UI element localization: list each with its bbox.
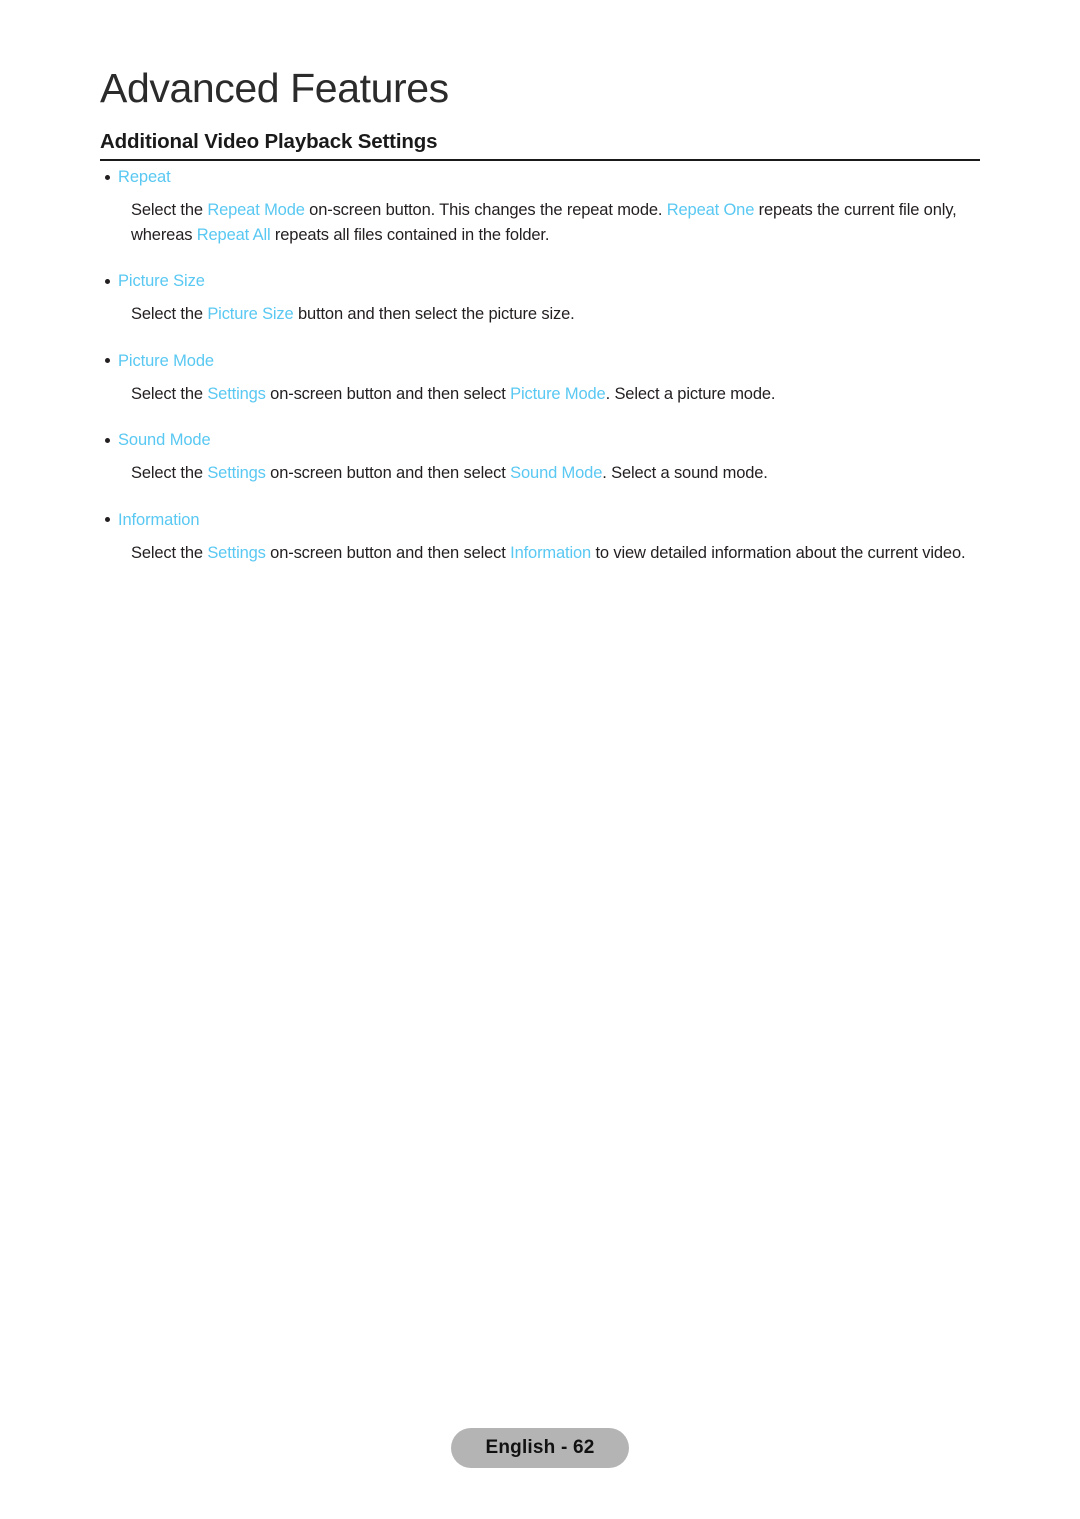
page-number-badge: English - 62 <box>451 1428 629 1468</box>
description-text: on-screen button and then select <box>265 464 511 482</box>
description-text: on-screen button. This changes the repea… <box>304 201 667 219</box>
description-text: Select the <box>131 384 208 403</box>
description-text: Select the <box>131 201 208 219</box>
ui-term-sound-mode: Sound Mode <box>510 464 603 482</box>
list-item: Repeat <box>100 165 980 190</box>
ui-term-settings: Settings <box>207 543 266 562</box>
list-item: Information <box>100 508 980 533</box>
setting-label-repeat: Repeat <box>118 168 171 186</box>
description-text: Select the <box>131 464 208 482</box>
description-text: on-screen button and then select <box>265 543 511 562</box>
setting-description-repeat: Select the Repeat Mode on-screen button.… <box>131 198 976 247</box>
bullet-dot-icon <box>100 165 118 190</box>
ui-term-information: Information <box>510 543 592 562</box>
description-text: to view detailed information about the c… <box>591 543 966 562</box>
manual-page: Advanced Features Additional Video Playb… <box>0 0 1080 1519</box>
setting-label-picture-mode: Picture Mode <box>118 351 215 370</box>
description-text: button and then select the picture size. <box>293 305 575 323</box>
description-text: on-screen button and then select <box>265 384 511 403</box>
description-text: . Select a picture mode. <box>605 384 776 403</box>
description-text: . Select a sound mode. <box>602 464 768 482</box>
ui-term-repeat-mode: Repeat Mode <box>207 201 305 219</box>
bullet-dot-icon <box>100 508 118 533</box>
section-heading-block: Additional Video Playback Settings <box>100 130 980 161</box>
ui-term-picture-mode: Picture Mode <box>510 384 606 403</box>
setting-description-sound-mode: Select the Settings on-screen button and… <box>131 461 976 486</box>
setting-description-picture-size: Select the Picture Size button and then … <box>131 302 976 327</box>
ui-term-picture-size: Picture Size <box>207 305 294 323</box>
bullet-dot-icon <box>100 349 118 374</box>
settings-list: Repeat Select the Repeat Mode on-screen b… <box>100 165 980 565</box>
list-item: Sound Mode <box>100 428 980 453</box>
bullet-dot-icon <box>100 269 118 294</box>
description-text: repeats all files contained in the folde… <box>270 225 550 244</box>
setting-description-information: Select the Settings on-screen button and… <box>131 541 976 566</box>
setting-label-sound-mode: Sound Mode <box>118 431 211 449</box>
page-title: Additional Video Playback Settings <box>100 130 438 153</box>
chapter-title: Advanced Features <box>100 65 449 111</box>
ui-term-repeat-all: Repeat All <box>196 225 271 244</box>
list-item: Picture Size <box>100 269 980 294</box>
setting-label-picture-size: Picture Size <box>118 272 205 290</box>
bullet-dot-icon <box>100 428 118 453</box>
ui-term-repeat-one: Repeat One <box>666 201 755 219</box>
page-footer: English - 62 <box>0 1428 1080 1468</box>
heading-divider <box>100 159 980 161</box>
ui-term-settings: Settings <box>207 384 266 403</box>
list-item: Picture Mode <box>100 349 980 374</box>
ui-term-settings: Settings <box>207 464 266 482</box>
setting-description-picture-mode: Select the Settings on-screen button and… <box>131 382 976 407</box>
description-text: Select the <box>131 305 208 323</box>
description-text: Select the <box>131 543 208 562</box>
setting-label-information: Information <box>118 510 200 529</box>
